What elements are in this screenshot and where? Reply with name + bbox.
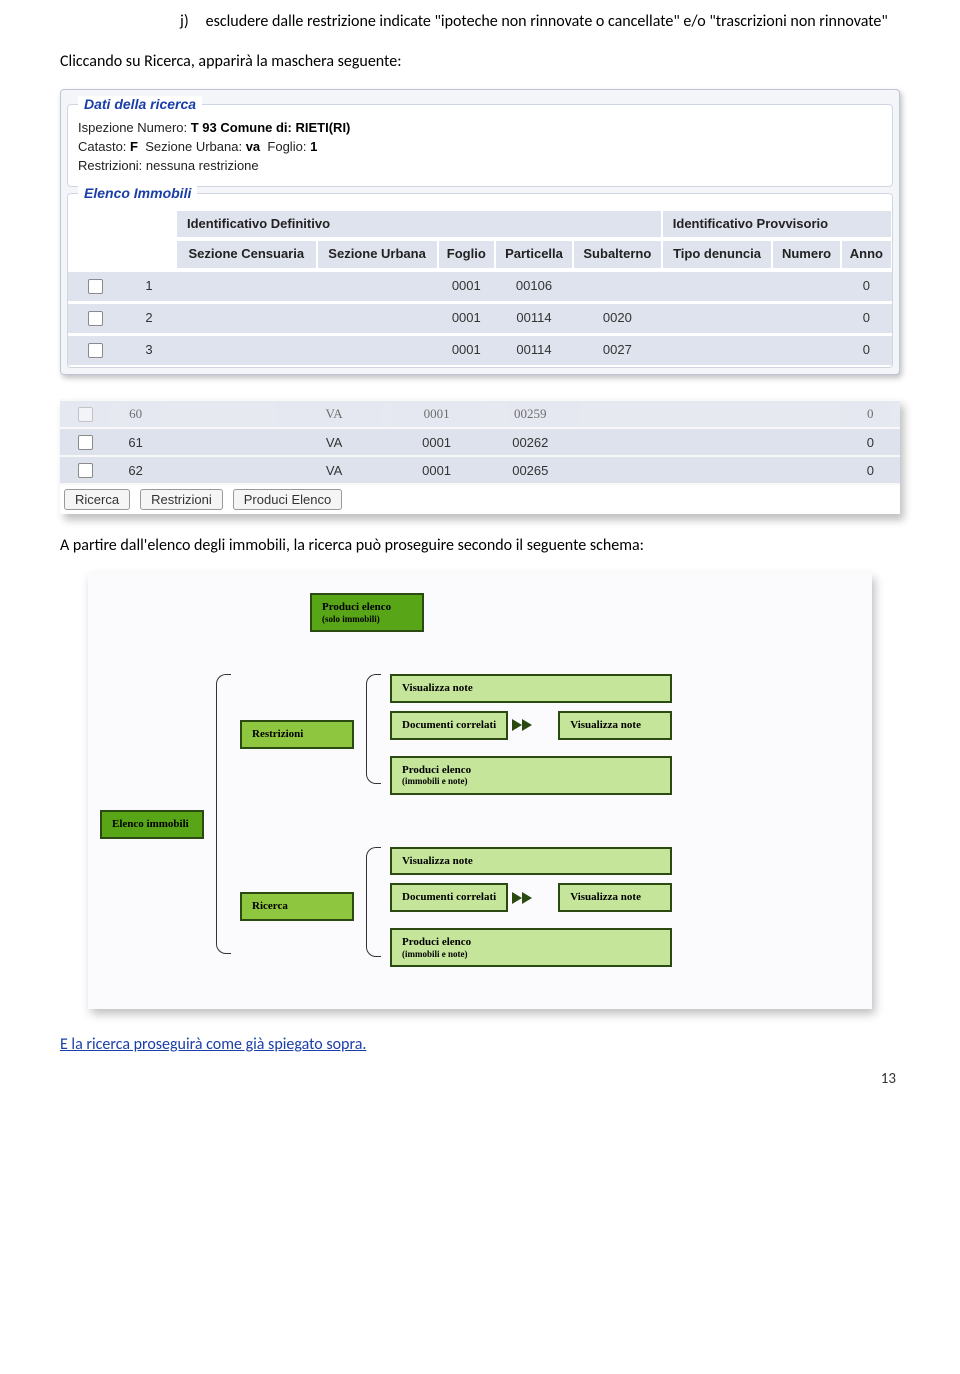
schema-intro-paragraph: A partire dall'elenco degli immobili, la… [60, 536, 900, 555]
th-tipo-denuncia: Tipo denuncia [662, 240, 773, 269]
val-foglio: 1 [310, 139, 317, 154]
box-visualizza-note: Visualizza note [390, 674, 672, 703]
th-identificativo-definitivo: Identificativo Definitivo [176, 210, 662, 239]
screenshot-dati-ricerca: Dati della ricerca Ispezione Numero: T 9… [60, 89, 900, 375]
elenco-immobili-table: Identificativo Definitivo Identificativo… [68, 208, 892, 367]
checkbox-icon[interactable] [78, 407, 93, 422]
flow-diagram: Produci elenco (solo immobili) Elenco im… [88, 573, 872, 1009]
box-documenti-correlati-2: Documenti correlati [390, 883, 508, 912]
table-row: 2 0001 00114 0020 0 [68, 303, 892, 333]
val-comune: RIETI(RI) [296, 120, 351, 135]
page-number: 13 [60, 1070, 900, 1088]
th-sez-urbana: Sezione Urbana [317, 240, 438, 269]
legend-dati-ricerca: Dati della ricerca [78, 96, 202, 112]
box-ricerca: Ricerca [240, 892, 354, 921]
val-sez-urbana: va [246, 139, 260, 154]
intro-click-paragraph: Cliccando su Ricerca, apparirà la masche… [60, 52, 900, 71]
box-produci-elenco-note: Produci elenco (immobili e note) [390, 756, 672, 795]
list-marker-j: j) [180, 10, 202, 34]
ricerca-button[interactable]: Ricerca [64, 489, 130, 510]
table-row: 3 0001 00114 0027 0 [68, 335, 892, 365]
val-ispezione: T 93 Comune di: [191, 120, 292, 135]
table-row: 61 VA 0001 00262 0 [60, 429, 900, 455]
table-row: 60 VA 0001 00259 0 [60, 401, 900, 428]
produci-elenco-button[interactable]: Produci Elenco [233, 489, 342, 510]
val-catasto: F [130, 139, 138, 154]
final-sentence: E la ricerca proseguirà come già spiegat… [60, 1035, 900, 1054]
th-anno: Anno [841, 240, 892, 269]
checkbox-icon[interactable] [88, 343, 103, 358]
list-item-j: j) escludere dalle restrizione indicate … [180, 10, 900, 34]
search-data-body: Ispezione Numero: T 93 Comune di: RIETI(… [68, 105, 892, 186]
table-row: 1 0001 00106 0 [68, 271, 892, 301]
lbl-sez-urbana: Sezione Urbana: [145, 139, 242, 154]
checkbox-icon[interactable] [78, 463, 93, 478]
th-foglio: Foglio [438, 240, 495, 269]
table-row: 62 VA 0001 00265 0 [60, 457, 900, 483]
checkbox-icon[interactable] [78, 435, 93, 450]
lbl-ispezione: Ispezione Numero: [78, 120, 187, 135]
screenshot-elenco-bottom: 60 VA 0001 00259 0 61 VA 0001 00262 0 [60, 399, 900, 515]
box-visualizza-note-3: Visualizza note [390, 847, 672, 876]
list-text-j: escludere dalle restrizione indicate "ip… [206, 12, 888, 31]
th-identificativo-provvisorio: Identificativo Provvisorio [662, 210, 892, 239]
box-visualizza-note-2: Visualizza note [558, 711, 672, 740]
restrizioni-button[interactable]: Restrizioni [140, 489, 223, 510]
th-sez-censuaria: Sezione Censuaria [176, 240, 317, 269]
box-documenti-correlati: Documenti correlati [390, 711, 508, 740]
arrow-icon [512, 717, 554, 733]
checkbox-icon[interactable] [88, 311, 103, 326]
lbl-catasto: Catasto: [78, 139, 126, 154]
box-produci-elenco-note-2: Produci elenco (immobili e note) [390, 928, 672, 967]
box-restrizioni: Restrizioni [240, 720, 354, 749]
arrow-icon [512, 890, 554, 906]
box-visualizza-note-4: Visualizza note [558, 883, 672, 912]
box-produci-elenco-solo: Produci elenco (solo immobili) [310, 593, 424, 632]
th-particella: Particella [495, 240, 573, 269]
th-subalterno: Subalterno [573, 240, 662, 269]
checkbox-icon[interactable] [88, 279, 103, 294]
box-elenco-immobili: Elenco immobili [100, 810, 204, 839]
th-numero: Numero [772, 240, 840, 269]
elenco-table-2: 60 VA 0001 00259 0 61 VA 0001 00262 0 [60, 399, 900, 486]
legend-elenco-immobili: Elenco Immobili [78, 185, 197, 201]
val-restrizioni: Restrizioni: nessuna restrizione [78, 158, 259, 173]
lbl-foglio: Foglio: [267, 139, 306, 154]
